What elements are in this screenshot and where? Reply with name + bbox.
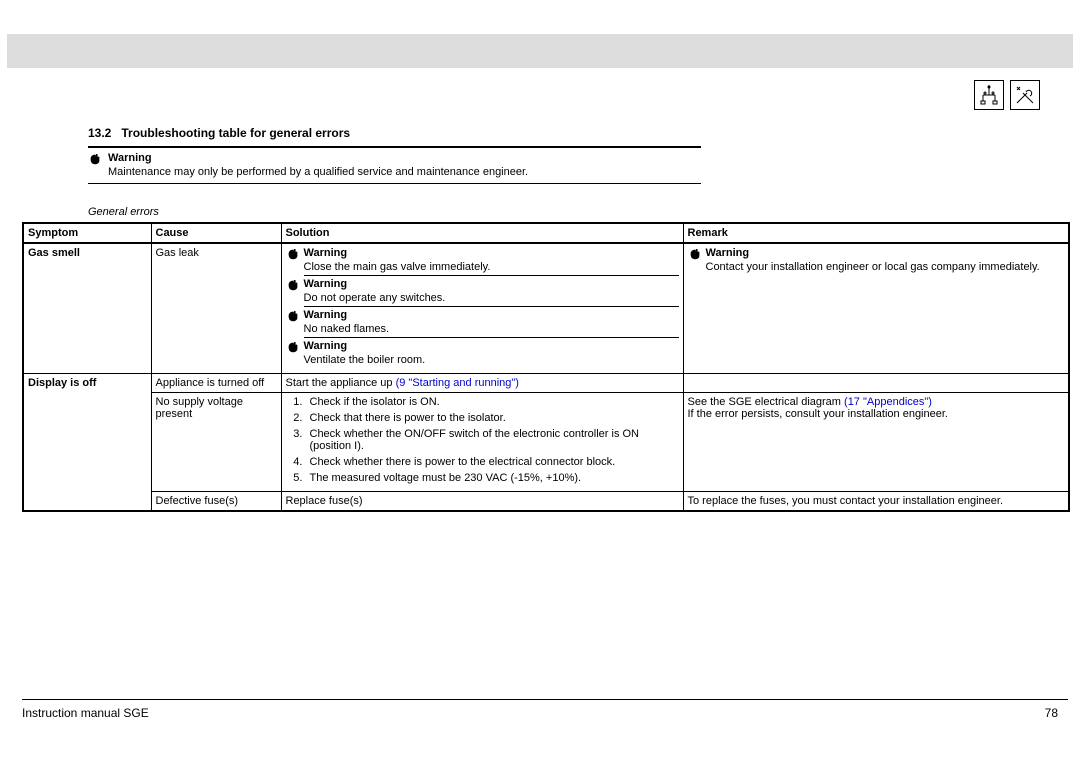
cell-symptom: Display is off: [23, 374, 151, 512]
cell-cause: Appliance is turned off: [151, 374, 281, 393]
page-number: 78: [1045, 706, 1058, 720]
table-row: Display is off Appliance is turned off S…: [23, 374, 1069, 393]
th-remark: Remark: [683, 223, 1069, 243]
th-cause: Cause: [151, 223, 281, 243]
tools-icon: [1010, 80, 1040, 110]
hand-icon: [688, 247, 702, 261]
header-bar: [7, 34, 1073, 68]
hand-icon: [286, 309, 300, 323]
warning-text: Contact your installation engineer or lo…: [706, 261, 1065, 273]
list-item: The measured voltage must be 230 VAC (-1…: [306, 472, 679, 484]
solution-text: Start the appliance up: [286, 377, 396, 389]
cell-cause: No supply voltage present: [151, 393, 281, 492]
cell-solution: Check if the isolator is ON. Check that …: [281, 393, 683, 492]
diagram-icon: [974, 80, 1004, 110]
table-row: No supply voltage present Check if the i…: [23, 393, 1069, 492]
warning-text: Ventilate the boiler room.: [304, 354, 679, 368]
warning-label: Warning: [706, 247, 750, 259]
section-title-text: Troubleshooting table for general errors: [121, 126, 350, 140]
table-caption: General errors: [88, 206, 159, 218]
cell-remark: To replace the fuses, you must contact y…: [683, 492, 1069, 512]
cell-symptom: Gas smell: [23, 243, 151, 374]
warning-label: Warning: [304, 340, 348, 352]
cell-remark: See the SGE electrical diagram (17 "Appe…: [683, 393, 1069, 492]
warning-text: Do not operate any switches.: [304, 292, 679, 307]
top-warning-block: Warning Maintenance may only be performe…: [88, 152, 701, 178]
top-icons: [974, 80, 1040, 110]
cross-ref-link[interactable]: (17 "Appendices"): [844, 396, 932, 408]
warning-text: Maintenance may only be performed by a q…: [108, 166, 701, 178]
cell-cause: Gas leak: [151, 243, 281, 374]
hand-icon: [88, 152, 102, 166]
warning-text: Close the main gas valve immediately.: [304, 261, 679, 276]
footer-rule: [22, 699, 1068, 700]
section-number: 13.2: [88, 126, 111, 140]
cell-cause: Defective fuse(s): [151, 492, 281, 512]
list-item: Check whether the ON/OFF switch of the e…: [306, 428, 679, 452]
remark-text: See the SGE electrical diagram: [688, 396, 845, 408]
cross-ref-link[interactable]: (9 "Starting and running"): [396, 377, 519, 389]
warning-label: Warning: [304, 278, 348, 290]
table-row: Gas smell Gas leak Warning Close the mai…: [23, 243, 1069, 374]
cell-remark: Warning Contact your installation engine…: [683, 243, 1069, 374]
cell-remark: [683, 374, 1069, 393]
hand-icon: [286, 247, 300, 261]
cell-solution: Warning Close the main gas valve immedia…: [281, 243, 683, 374]
troubleshoot-table: Symptom Cause Solution Remark Gas smell …: [22, 222, 1070, 512]
cell-solution: Start the appliance up (9 "Starting and …: [281, 374, 683, 393]
heading-rule: [88, 146, 701, 148]
hand-icon: [286, 340, 300, 354]
remark-text: If the error persists, consult your inst…: [688, 408, 948, 420]
warning-label: Warning: [304, 247, 348, 259]
list-item: Check that there is power to the isolato…: [306, 412, 679, 424]
hand-icon: [286, 278, 300, 292]
list-item: Check if the isolator is ON.: [306, 396, 679, 408]
table-row: Defective fuse(s) Replace fuse(s) To rep…: [23, 492, 1069, 512]
section-heading: 13.2 Troubleshooting table for general er…: [88, 126, 350, 140]
th-symptom: Symptom: [23, 223, 151, 243]
footer-title: Instruction manual SGE: [22, 706, 149, 720]
cell-solution: Replace fuse(s): [281, 492, 683, 512]
list-item: Check whether there is power to the elec…: [306, 456, 679, 468]
warning-label: Warning: [304, 309, 348, 321]
warning-text: No naked flames.: [304, 323, 679, 338]
th-solution: Solution: [281, 223, 683, 243]
warning-label: Warning: [108, 152, 152, 164]
warning-rule: [88, 183, 701, 184]
